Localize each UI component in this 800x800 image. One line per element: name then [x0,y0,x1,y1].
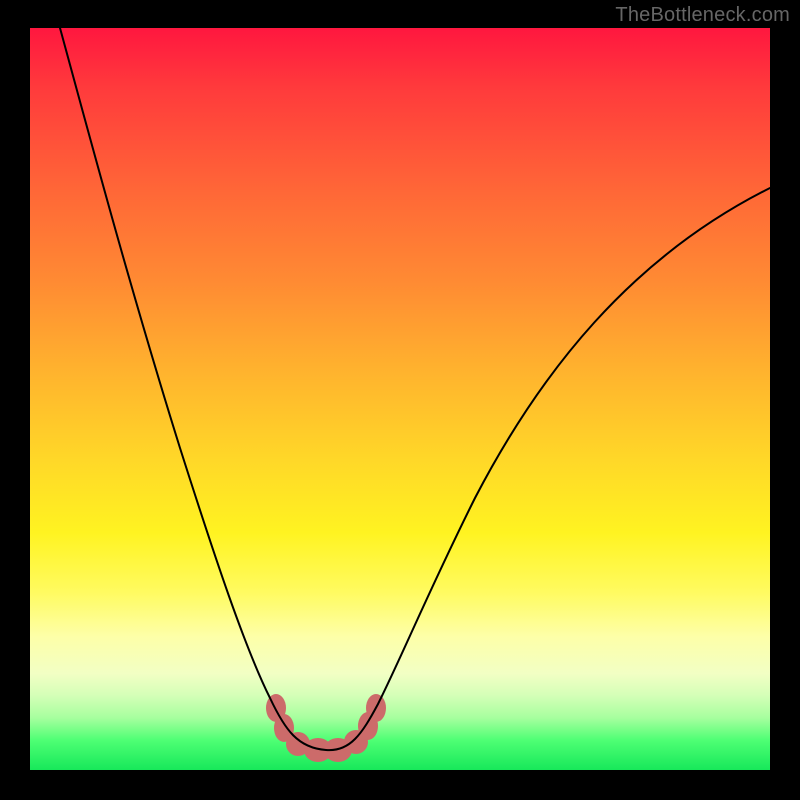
bottleneck-curve [60,28,770,750]
valley-markers [266,694,386,762]
chart-frame: TheBottleneck.com [0,0,800,800]
watermark-text: TheBottleneck.com [615,4,790,27]
chart-overlay [30,28,770,770]
